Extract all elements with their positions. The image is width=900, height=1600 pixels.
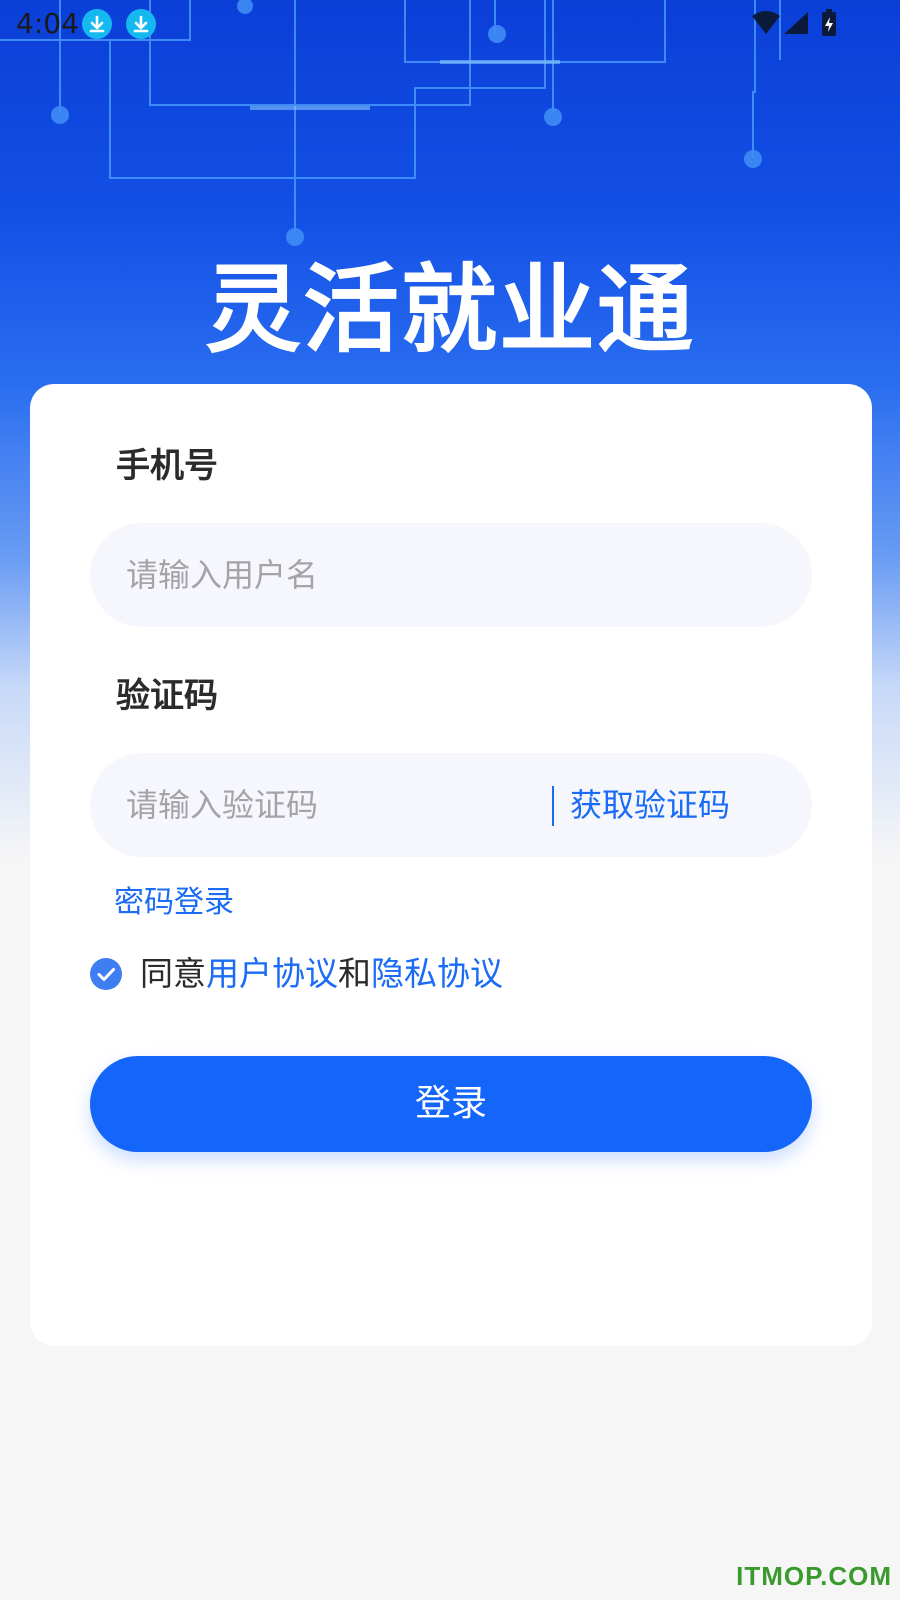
watermark: ITMOP.COM <box>736 1561 892 1591</box>
user-agreement-link[interactable]: 用户协议 <box>206 954 338 993</box>
checkbox-checked-icon[interactable] <box>90 958 122 990</box>
app-title: 灵活就业通 <box>205 254 695 366</box>
phone-input[interactable] <box>126 523 766 627</box>
agreement-prefix: 同意 <box>140 954 206 993</box>
status-icons <box>748 8 848 40</box>
password-login-link[interactable]: 密码登录 <box>114 884 234 922</box>
get-code-button[interactable]: 获取验证码 <box>570 753 770 857</box>
status-time: 4:04 <box>16 7 79 40</box>
privacy-agreement-link[interactable]: 隐私协议 <box>371 954 503 993</box>
agreement-text: 同意用户协议和隐私协议 <box>140 952 503 996</box>
battery-charging-icon <box>822 9 836 36</box>
signal-icon <box>784 12 808 34</box>
code-input[interactable] <box>126 753 526 857</box>
phone-label: 手机号 <box>116 446 218 486</box>
code-label: 验证码 <box>116 676 218 716</box>
wifi-icon <box>752 11 780 34</box>
divider <box>552 786 554 826</box>
download-icon <box>126 9 156 39</box>
login-button[interactable]: 登录 <box>90 1056 812 1152</box>
phone-field <box>90 523 812 627</box>
download-icon <box>82 9 112 39</box>
agreement-row: 同意用户协议和隐私协议 <box>90 952 790 996</box>
login-card: 手机号 验证码 获取验证码 密码登录 同意用户协议和隐私协议 登录 <box>30 384 872 1346</box>
code-field: 获取验证码 <box>90 753 812 857</box>
status-bar: 4:04 <box>0 0 900 48</box>
agreement-conjunction: 和 <box>338 954 371 993</box>
